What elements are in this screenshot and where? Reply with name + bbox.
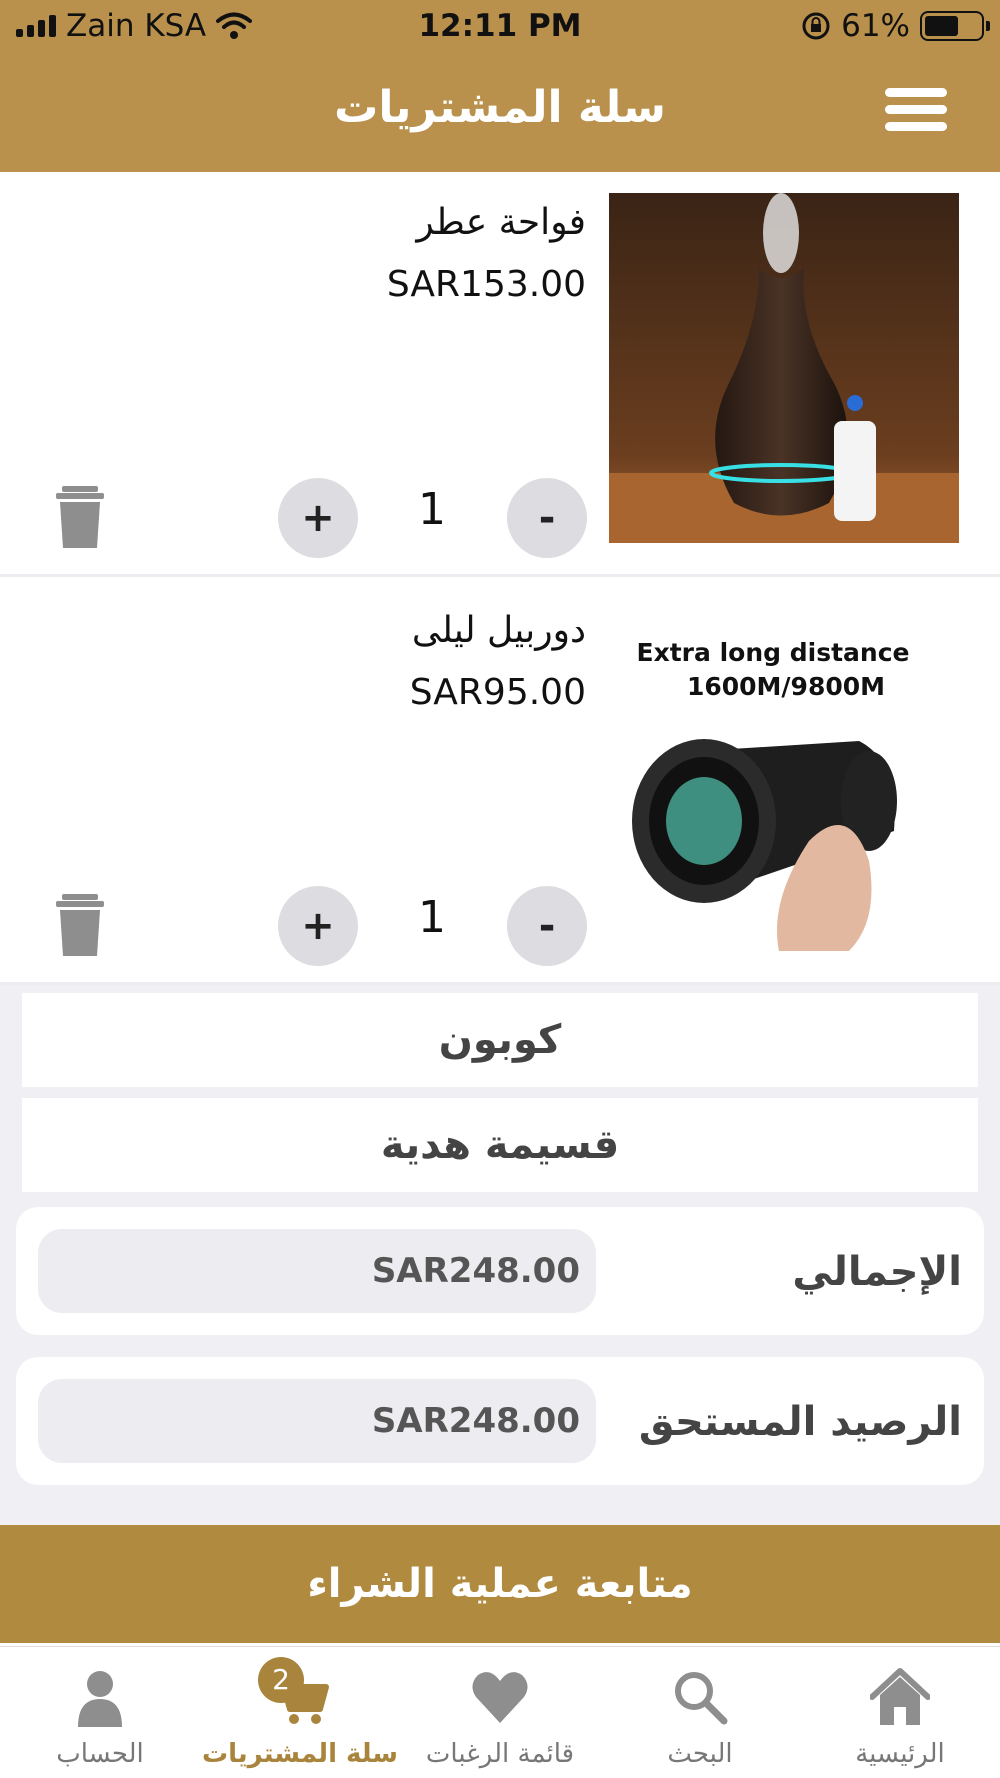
image-caption-line2: 1600M/9800M — [687, 672, 885, 701]
status-bar: Zain KSA 12:11 PM 61% — [0, 0, 1000, 56]
decrease-quantity-button[interactable]: - — [507, 478, 587, 558]
cart-count-badge: 2 — [258, 1657, 304, 1703]
cart-item: Extra long distance 1600M/9800M دوربيل ل… — [0, 580, 1000, 985]
battery-percent: 61% — [841, 8, 910, 44]
quantity-value: 1 — [418, 484, 446, 535]
image-caption-line1: Extra long distance — [637, 638, 910, 667]
item-price: SAR95.00 — [409, 672, 586, 713]
trash-icon[interactable] — [56, 486, 104, 548]
tab-wishlist[interactable]: قائمة الرغبات — [400, 1647, 600, 1778]
tab-cart[interactable]: 2 سلة المشتريات — [200, 1647, 400, 1778]
balance-due-label: الرصيد المستحق — [638, 1399, 962, 1445]
tab-search[interactable]: البحث — [600, 1647, 800, 1778]
increase-quantity-button[interactable]: + — [278, 886, 358, 966]
item-price: SAR153.00 — [386, 264, 586, 305]
search-icon — [675, 1672, 728, 1725]
tab-label: سلة المشتريات — [201, 1739, 398, 1769]
trash-icon[interactable] — [56, 894, 104, 956]
tab-label: الحساب — [56, 1739, 144, 1769]
bottom-tab-bar: الحساب 2 سلة المشتريات قائمة الرغبات الب… — [0, 1646, 1000, 1778]
cart-item: فواحة عطر SAR153.00 - 1 + — [0, 172, 1000, 577]
total-label: الإجمالي — [792, 1249, 962, 1295]
total-value: SAR248.00 — [38, 1229, 596, 1313]
tab-label: الرئيسية — [855, 1739, 945, 1769]
coupon-button[interactable]: كوبون — [22, 993, 978, 1087]
app-header: Zain KSA 12:11 PM 61% سلة المشتريات — [0, 0, 1000, 172]
home-icon — [870, 1668, 930, 1725]
increase-quantity-button[interactable]: + — [278, 478, 358, 558]
hamburger-menu-icon[interactable] — [885, 88, 949, 136]
decrease-quantity-button[interactable]: - — [507, 886, 587, 966]
monocular-photo[interactable]: Extra long distance 1600M/9800M — [609, 601, 959, 951]
tab-home[interactable]: الرئيسية — [800, 1647, 1000, 1778]
balance-due-card: الرصيد المستحق SAR248.00 — [16, 1357, 984, 1485]
quantity-value: 1 — [418, 892, 446, 943]
item-name: دوربيل ليلى — [411, 610, 586, 651]
battery-level — [925, 16, 958, 36]
tab-label: البحث — [667, 1739, 733, 1769]
gift-card-button[interactable]: قسيمة هدية — [22, 1098, 978, 1192]
tab-account[interactable]: الحساب — [0, 1647, 200, 1778]
balance-due-value: SAR248.00 — [38, 1379, 596, 1463]
order-summary: كوبون قسيمة هدية الإجمالي SAR248.00 الرص… — [0, 985, 1000, 1525]
battery-icon — [920, 11, 990, 41]
item-name: فواحة عطر — [416, 202, 586, 243]
page-title: سلة المشتريات — [334, 82, 666, 133]
tab-label: قائمة الرغبات — [425, 1739, 575, 1769]
person-icon — [78, 1671, 122, 1727]
total-card: الإجمالي SAR248.00 — [16, 1207, 984, 1335]
checkout-button[interactable]: متابعة عملية الشراء — [0, 1525, 1000, 1643]
aroma-diffuser-photo[interactable] — [609, 193, 959, 543]
rotation-lock-icon — [802, 12, 830, 40]
heart-icon — [472, 1672, 528, 1723]
